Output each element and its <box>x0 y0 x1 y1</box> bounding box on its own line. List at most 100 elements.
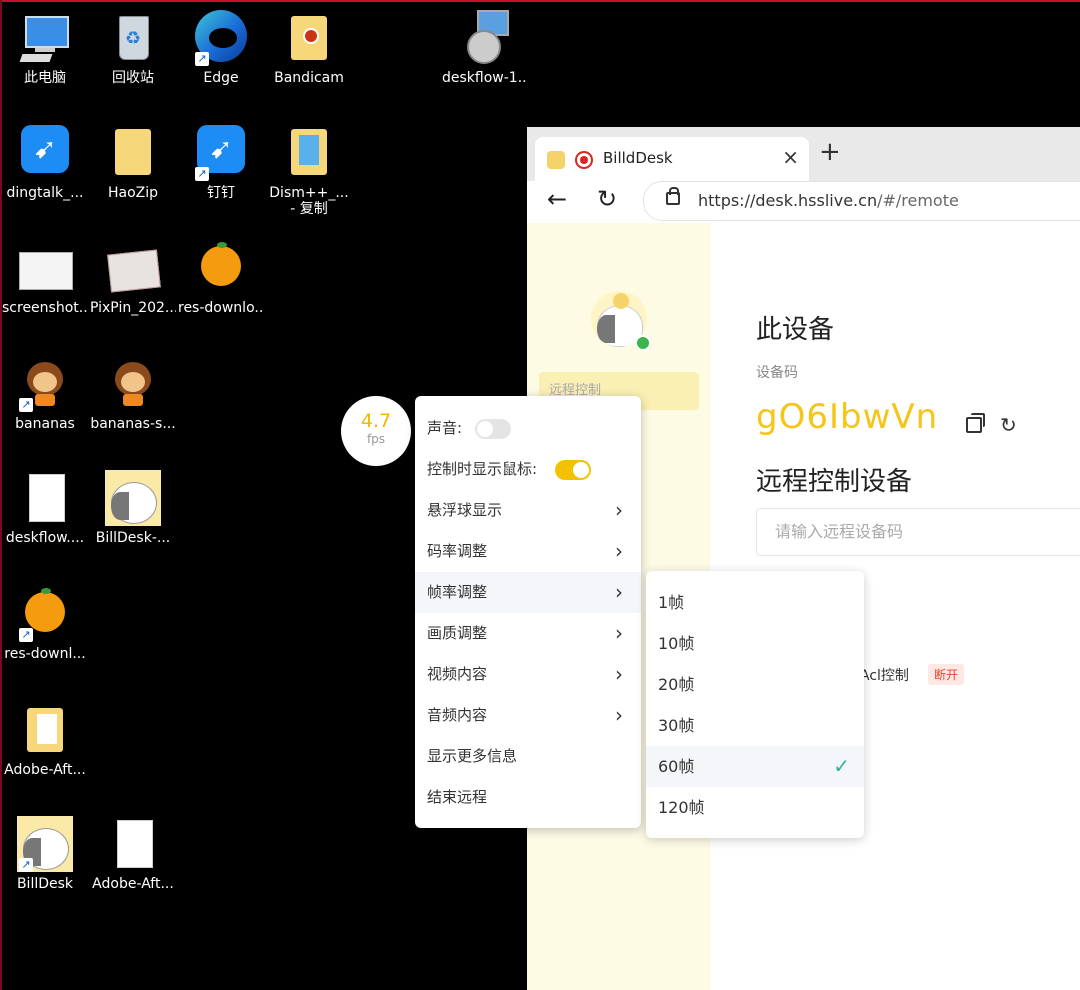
desktop-icon-label: deskflow-1... <box>442 70 528 86</box>
framerate-option[interactable]: 120帧 <box>646 787 864 828</box>
framerate-option[interactable]: 30帧 <box>646 705 864 746</box>
menu-item-label: 显示更多信息 <box>427 747 518 765</box>
desktop-icon-edge[interactable]: ↗ Edge <box>178 10 264 86</box>
checkmark-icon: ✓ <box>833 754 850 778</box>
desktop-icon-label: bananas <box>15 416 75 432</box>
desktop-icon-deskflow-installer[interactable]: deskflow-1... <box>442 10 528 86</box>
desktop-icon-label: bananas-s... <box>90 416 176 432</box>
desktop-icon-haozip[interactable]: HaoZip <box>90 125 176 201</box>
desktop-icon-label: Edge <box>203 70 239 86</box>
show-cursor-toggle[interactable] <box>555 460 591 480</box>
folder-icon <box>281 10 337 66</box>
desktop-icon-billdesk-installer[interactable]: BillDesk-... <box>90 470 176 546</box>
shortcut-arrow-icon: ↗ <box>195 52 209 66</box>
dingtalk-icon: ➹ <box>17 125 73 181</box>
menu-item-floating-ball[interactable]: 悬浮球显示 › <box>415 490 641 531</box>
menu-item-bitrate[interactable]: 码率调整 › <box>415 531 641 572</box>
refresh-code-icon[interactable]: ↻ <box>1000 413 1017 437</box>
fps-value: 4.7 <box>360 410 392 432</box>
desktop-icon-label: dingtalk_... <box>6 185 84 201</box>
desktop-icon-label: HaoZip <box>107 185 159 201</box>
device-code-label: 设备码 <box>756 365 798 381</box>
desktop-icon-label: Dism++_... <box>269 185 349 201</box>
desktop-icon-this-pc[interactable]: 此电脑 <box>2 10 88 86</box>
back-arrow-icon[interactable]: ← <box>547 185 567 213</box>
recording-icon <box>575 151 593 169</box>
desktop-icon-deskflow-file[interactable]: deskflow.... <box>2 470 88 546</box>
online-status-dot <box>635 335 651 351</box>
menu-item-end-remote[interactable]: 结束远程 <box>415 777 641 818</box>
remote-control-heading: 远程控制设备 <box>756 467 913 497</box>
desktop-icon-dingtalk[interactable]: ➹ ↗ 钉钉 <box>178 125 264 201</box>
menu-item-label: 音频内容 <box>427 706 488 724</box>
tab-bar: BilldDesk × + <box>527 127 1080 181</box>
monkey-icon: ↗ <box>17 356 73 412</box>
desktop-icon-adobe-folder[interactable]: Adobe-Aft... <box>2 702 88 778</box>
toggle-knob <box>477 421 493 437</box>
menu-item-sound[interactable]: 声音: <box>415 408 641 449</box>
tab-billdesk[interactable]: BilldDesk × <box>535 137 809 181</box>
framerate-option[interactable]: 10帧 <box>646 623 864 664</box>
desktop-icon-label: res-downlo... <box>178 300 264 316</box>
menu-item-label: 帧率调整 <box>427 583 488 601</box>
menu-item-show-cursor[interactable]: 控制时显示鼠标: <box>415 449 641 490</box>
menu-item-framerate[interactable]: 帧率调整 › <box>415 572 641 613</box>
desktop-icon-label: PixPin_202... <box>90 300 176 316</box>
url-field[interactable]: https://desk.hsslive.cn/#/remote <box>643 181 1080 221</box>
menu-item-audio-content[interactable]: 音频内容 › <box>415 695 641 736</box>
menu-item-label: 画质调整 <box>427 624 488 642</box>
menu-item-video-content[interactable]: 视频内容 › <box>415 654 641 695</box>
remote-settings-menu: 声音: 控制时显示鼠标: 悬浮球显示 › 码率调整 › 帧率调整 › 画质调整 … <box>415 396 641 828</box>
remote-code-input[interactable] <box>773 521 1077 542</box>
sound-toggle[interactable] <box>475 419 511 439</box>
toggle-knob <box>573 462 589 478</box>
menu-item-more-info[interactable]: 显示更多信息 <box>415 736 641 777</box>
lock-icon[interactable] <box>666 187 680 205</box>
desktop-icon-label-line2: - 复制 <box>290 201 328 217</box>
menu-item-label: 声音: <box>427 419 463 437</box>
new-tab-button[interactable]: + <box>819 139 841 165</box>
desktop-icon-billdesk[interactable]: ↗ BillDesk <box>2 816 88 892</box>
framerate-submenu: 1帧 10帧 20帧 30帧 60帧 ✓ 120帧 <box>646 571 864 838</box>
installer-icon <box>457 10 513 66</box>
acl-control-label[interactable]: Acl控制 <box>860 665 909 685</box>
fps-unit: fps <box>366 432 386 446</box>
desktop-icon-bananas-s[interactable]: bananas-s... <box>90 356 176 432</box>
disconnect-button[interactable]: 断开 <box>928 664 965 685</box>
desktop-icon-res-downloader-2[interactable]: ↗ res-downl... <box>2 586 88 662</box>
desktop-icon-label: 钉钉 <box>207 185 235 201</box>
workspace-icon[interactable] <box>547 151 565 169</box>
folder-icon <box>105 125 161 181</box>
framerate-option-label: 60帧 <box>658 757 695 776</box>
desktop-icon-adobe-file[interactable]: Adobe-Aft... <box>90 816 176 892</box>
desktop-icon-res-downloader[interactable]: res-downlo... <box>178 240 264 316</box>
device-code: gO6IbwVn <box>756 397 939 437</box>
desktop-icon-bandicam[interactable]: Bandicam <box>266 10 352 86</box>
url-path: /#/remote <box>877 191 959 210</box>
file-icon <box>105 816 161 872</box>
desktop-icon-dism[interactable]: Dism++_... - 复制 <box>266 125 352 217</box>
menu-item-quality[interactable]: 画质调整 › <box>415 613 641 654</box>
desktop-icon-label: Adobe-Aft... <box>92 876 174 892</box>
shortcut-arrow-icon: ↗ <box>195 167 209 181</box>
desktop-icon-label: deskflow.... <box>5 530 85 546</box>
close-tab-icon[interactable]: × <box>782 145 799 169</box>
desktop-icon-label: 回收站 <box>112 70 154 86</box>
desktop-icon-recycle-bin[interactable]: ♻ 回收站 <box>90 10 176 86</box>
framerate-option[interactable]: 1帧 <box>646 582 864 623</box>
desktop-icon-bananas[interactable]: ↗ bananas <box>2 356 88 432</box>
this-device-heading: 此设备 <box>756 315 835 345</box>
remote-code-field[interactable] <box>756 508 1080 556</box>
desktop-icon-screenshot[interactable]: screenshot... <box>2 240 88 316</box>
desktop-icon-pixpin[interactable]: PixPin_202... <box>90 240 176 316</box>
framerate-option-selected[interactable]: 60帧 ✓ <box>646 746 864 787</box>
fps-floating-ball[interactable]: 4.7 fps <box>341 396 411 466</box>
reload-icon[interactable]: ↻ <box>597 185 617 213</box>
chevron-right-icon: › <box>615 580 623 604</box>
menu-item-label: 悬浮球显示 <box>427 501 503 519</box>
address-bar: ← ↻ https://desk.hsslive.cn/#/remote <box>527 181 1080 224</box>
edge-icon: ↗ <box>193 10 249 66</box>
copy-icon[interactable] <box>966 413 985 433</box>
framerate-option[interactable]: 20帧 <box>646 664 864 705</box>
desktop-icon-dingtalk-installer[interactable]: ➹ dingtalk_... <box>2 125 88 201</box>
